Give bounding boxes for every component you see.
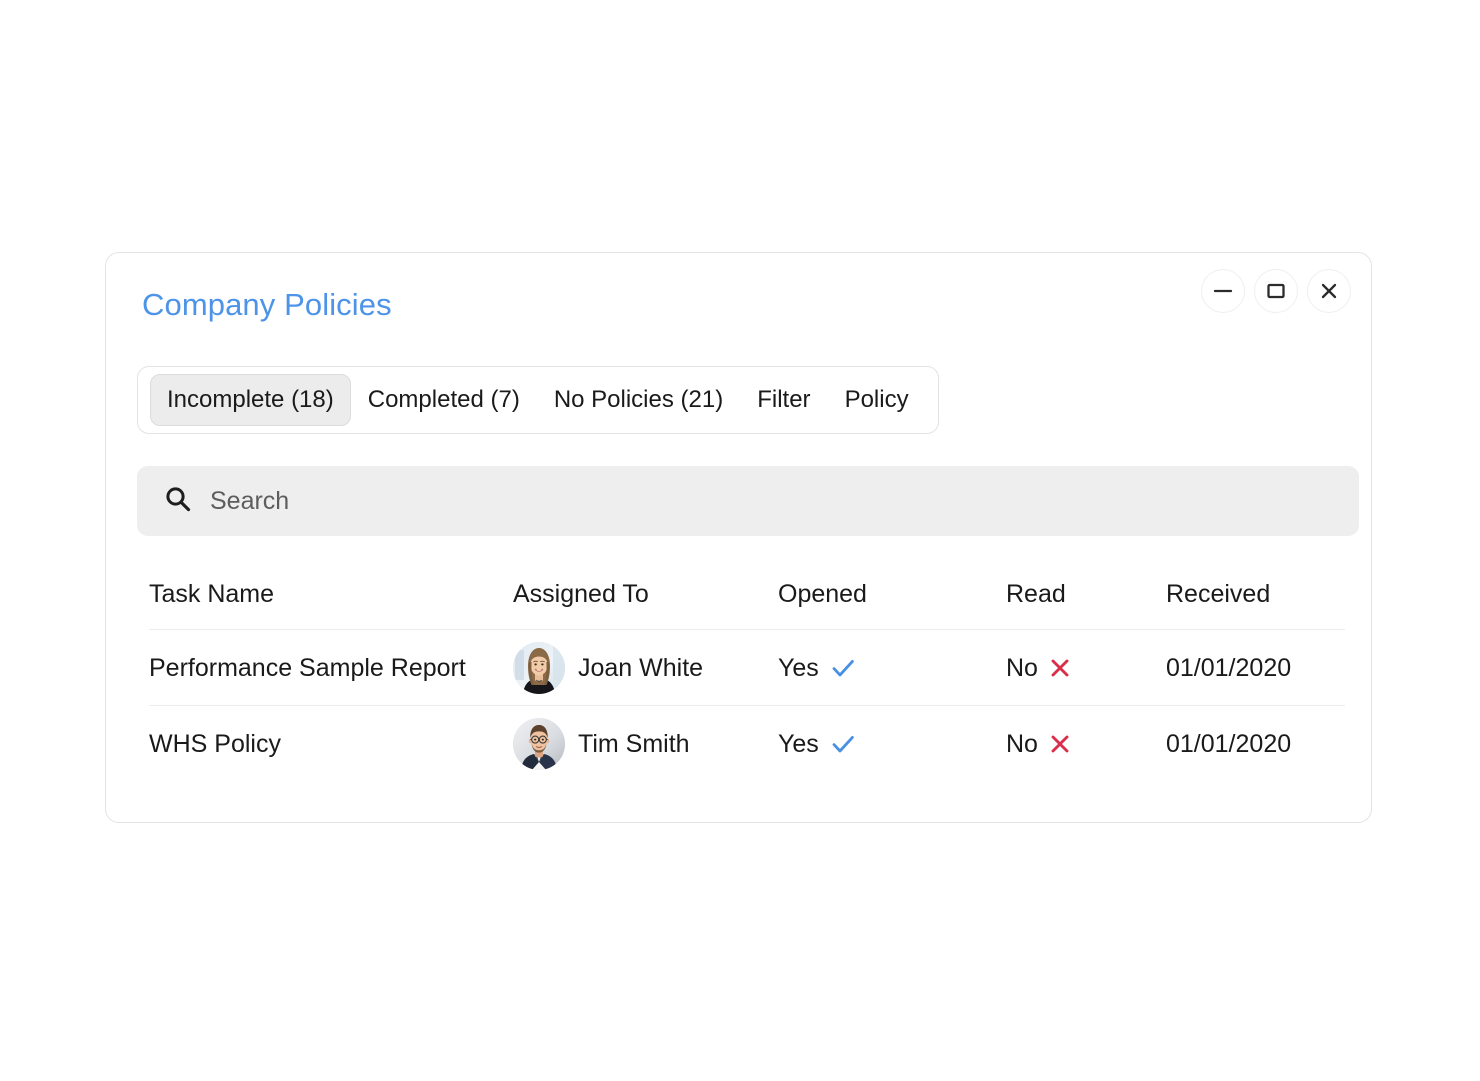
read-value: No [1006, 653, 1038, 682]
opened-value: Yes [778, 730, 819, 758]
page-title: Company Policies [142, 287, 392, 322]
cross-icon [1049, 733, 1071, 755]
cross-icon [1049, 657, 1071, 679]
avatar [513, 641, 565, 694]
tab-no-policies[interactable]: No Policies (21) [537, 374, 740, 426]
column-header-task-name: Task Name [149, 579, 275, 608]
column-header-opened: Opened [778, 579, 867, 608]
cell-received: 01/01/2020 [1166, 653, 1292, 682]
cell-task-name: Performance Sample Report [149, 653, 466, 682]
close-button[interactable] [1307, 269, 1351, 313]
search-placeholder: Search [210, 487, 290, 515]
read-value: No [1006, 730, 1038, 758]
tab-incomplete[interactable]: Incomplete (18) [150, 374, 351, 426]
table-row[interactable]: Performance Sample Report Joan White Yes… [149, 630, 1345, 706]
cell-assigned-to: Joan White [513, 641, 778, 694]
tab-completed[interactable]: Completed (7) [351, 374, 537, 426]
policies-table: Task Name Assigned To Opened Read Receiv… [149, 558, 1345, 782]
avatar [513, 718, 565, 770]
maximize-icon [1265, 280, 1287, 302]
maximize-button[interactable] [1254, 269, 1298, 313]
cell-opened: Yes [778, 729, 1006, 759]
tab-bar: Incomplete (18) Completed (7) No Policie… [137, 366, 939, 434]
column-header-read: Read [1006, 579, 1066, 608]
cell-received: 01/01/2020 [1166, 730, 1292, 758]
cell-task-name: WHS Policy [149, 730, 281, 758]
cell-opened: Yes [778, 653, 1006, 683]
company-policies-card: Company Policies Incomplete (18) Complet… [105, 252, 1372, 823]
cell-assigned-to: Tim Smith [513, 718, 778, 770]
window-controls [1201, 269, 1351, 313]
assignee-name: Tim Smith [578, 730, 690, 758]
cell-read: No [1006, 729, 1166, 759]
minimize-button[interactable] [1201, 269, 1245, 313]
woman-avatar-image [513, 641, 565, 694]
cell-read: No [1006, 653, 1166, 683]
assignee-name: Joan White [578, 653, 704, 682]
man-avatar-image [513, 718, 565, 770]
column-header-assigned-to: Assigned To [513, 579, 649, 608]
tab-filter[interactable]: Filter [740, 374, 827, 426]
screen: Company Policies Incomplete (18) Complet… [0, 0, 1480, 1081]
column-header-received: Received [1166, 579, 1271, 608]
minimize-icon [1212, 280, 1234, 302]
opened-value: Yes [778, 653, 819, 682]
search-icon [163, 484, 193, 519]
table-header-row: Task Name Assigned To Opened Read Receiv… [149, 558, 1345, 630]
tab-policy[interactable]: Policy [828, 374, 926, 426]
check-icon [830, 655, 856, 681]
close-icon [1318, 280, 1340, 302]
search-input[interactable]: Search [137, 466, 1359, 536]
check-icon [830, 731, 856, 757]
table-row[interactable]: WHS Policy Tim Smith Yes No 01/01/2020 [149, 706, 1345, 782]
